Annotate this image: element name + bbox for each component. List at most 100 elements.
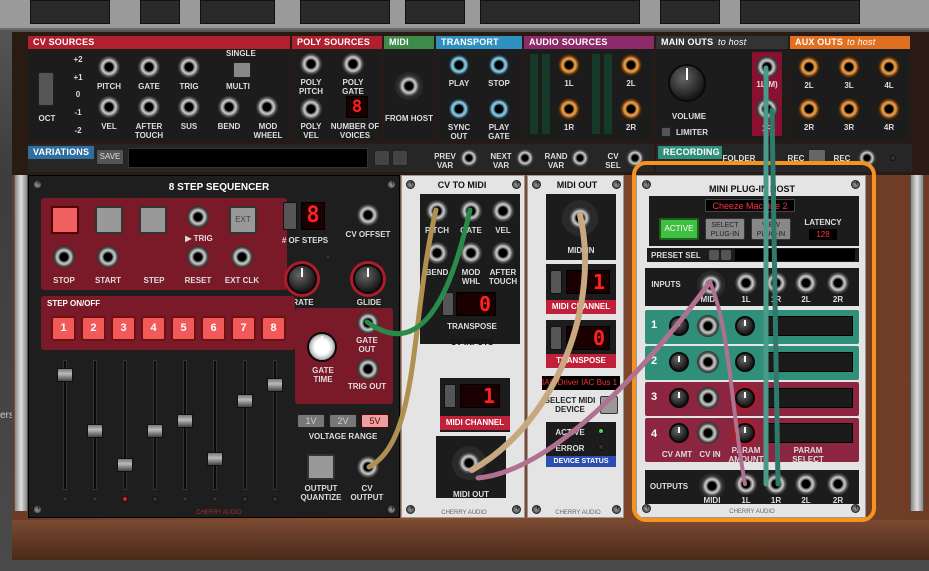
- step-button-2[interactable]: 2: [81, 316, 106, 341]
- midi-out-din-icon[interactable]: [452, 446, 486, 480]
- aux-2r-jack[interactable]: [798, 98, 820, 120]
- audio-1r-jack[interactable]: [558, 98, 580, 120]
- aftertouch-jack[interactable]: [492, 242, 514, 264]
- toolbar-block[interactable]: [740, 0, 860, 24]
- vel-jack[interactable]: [98, 96, 120, 118]
- step-button-1[interactable]: 1: [51, 316, 76, 341]
- step-fader-4[interactable]: [147, 424, 163, 438]
- stop-button[interactable]: [51, 206, 79, 234]
- ext-clk-jack[interactable]: [231, 246, 253, 268]
- voltage-1v-button[interactable]: 1V: [297, 414, 325, 428]
- step-button-6[interactable]: 6: [201, 316, 226, 341]
- vel-jack[interactable]: [492, 200, 514, 222]
- channel-up-down-button[interactable]: [444, 384, 456, 408]
- steps-up-down-button[interactable]: [283, 202, 297, 230]
- aftertouch-jack[interactable]: [138, 96, 160, 118]
- step-fader-8[interactable]: [267, 378, 283, 392]
- toolbar-block[interactable]: [660, 0, 720, 24]
- error-label: ERROR: [555, 444, 585, 453]
- rand-var-jack[interactable]: [571, 149, 589, 167]
- start-jack[interactable]: [97, 246, 119, 268]
- stop-jack[interactable]: [53, 246, 75, 268]
- step-fader-7[interactable]: [237, 394, 253, 408]
- aux-4l-jack[interactable]: [878, 56, 900, 78]
- toolbar-block[interactable]: [200, 0, 275, 24]
- voltage-2v-button[interactable]: 2V: [329, 414, 357, 428]
- trig-out-jack[interactable]: [357, 358, 379, 380]
- voltage-5v-button[interactable]: 5V: [361, 414, 389, 428]
- aux-3l-jack[interactable]: [838, 56, 860, 78]
- toolbar-block[interactable]: [405, 0, 465, 24]
- audio-2r-jack[interactable]: [620, 98, 642, 120]
- device-status-label: DEVICE STATUS: [546, 456, 616, 467]
- transpose-up-down-button[interactable]: [550, 326, 562, 350]
- next-var-jack[interactable]: [516, 149, 534, 167]
- step-fader-5[interactable]: [177, 414, 193, 428]
- reset-jack[interactable]: [187, 246, 209, 268]
- single-multi-switch[interactable]: [233, 62, 251, 78]
- transpose-up-down-button[interactable]: [442, 292, 454, 316]
- step-button-7[interactable]: 7: [231, 316, 256, 341]
- volume-knob[interactable]: [668, 64, 706, 102]
- gate-out-jack[interactable]: [357, 312, 379, 334]
- step-fader-6[interactable]: [207, 452, 223, 466]
- main-out-1l-jack[interactable]: [756, 56, 778, 78]
- toolbar-block[interactable]: [300, 0, 390, 24]
- rate-knob[interactable]: [287, 264, 317, 294]
- step-button-4[interactable]: 4: [141, 316, 166, 341]
- sus-jack[interactable]: [178, 96, 200, 118]
- stop-jack[interactable]: [488, 54, 510, 76]
- pitch-jack[interactable]: [98, 56, 120, 78]
- save-button[interactable]: SAVE: [96, 149, 124, 165]
- step-fader-1[interactable]: [57, 368, 73, 382]
- step-button-5[interactable]: 5: [171, 316, 196, 341]
- gate-time-knob[interactable]: [307, 332, 337, 362]
- step-button-8[interactable]: 8: [261, 316, 286, 341]
- gate-jack[interactable]: [138, 56, 160, 78]
- aux-3r-jack[interactable]: [838, 98, 860, 120]
- cv-output-jack[interactable]: [357, 456, 379, 478]
- midi-din-icon[interactable]: [395, 72, 423, 100]
- mod-wheel-jack[interactable]: [256, 96, 278, 118]
- next-arrow-button[interactable]: [392, 150, 408, 166]
- step-button-3[interactable]: 3: [111, 316, 136, 341]
- step-button[interactable]: [139, 206, 167, 234]
- glide-knob[interactable]: [353, 264, 383, 294]
- bend-jack[interactable]: [426, 242, 448, 264]
- poly-pitch-jack[interactable]: [300, 53, 322, 75]
- toolbar-block[interactable]: [30, 0, 110, 24]
- step-fader-3[interactable]: [117, 458, 133, 472]
- select-device-button[interactable]: [600, 396, 618, 414]
- play-gate-jack[interactable]: [488, 98, 510, 120]
- bend-jack[interactable]: [218, 96, 240, 118]
- start-button[interactable]: [95, 206, 123, 234]
- main-out-1r-jack[interactable]: [756, 98, 778, 120]
- variation-name-field[interactable]: [128, 148, 368, 168]
- poly-vel-jack[interactable]: [300, 98, 322, 120]
- poly-gate-jack[interactable]: [342, 53, 364, 75]
- audio-1l-jack[interactable]: [558, 54, 580, 76]
- aux-4r-jack[interactable]: [878, 98, 900, 120]
- prev-arrow-button[interactable]: [374, 150, 390, 166]
- trig-in-jack[interactable]: [187, 206, 209, 228]
- toolbar-block[interactable]: [140, 0, 180, 24]
- jack-label: SYNC OUT: [447, 123, 471, 141]
- gate-jack[interactable]: [460, 200, 482, 222]
- midi-in-din-icon[interactable]: [562, 200, 598, 236]
- ext-button[interactable]: EXT: [229, 206, 257, 234]
- cv-offset-jack[interactable]: [357, 204, 379, 226]
- step-fader-2[interactable]: [87, 424, 103, 438]
- output-quantize-button[interactable]: [307, 454, 335, 480]
- audio-2l-jack[interactable]: [620, 54, 642, 76]
- trig-jack[interactable]: [178, 56, 200, 78]
- play-jack[interactable]: [448, 54, 470, 76]
- toolbar-block[interactable]: [480, 0, 640, 24]
- aux-2l-jack[interactable]: [798, 56, 820, 78]
- mod-whl-jack[interactable]: [460, 242, 482, 264]
- oct-up-down-button[interactable]: [38, 72, 54, 106]
- sync-out-jack[interactable]: [448, 98, 470, 120]
- pitch-jack[interactable]: [426, 200, 448, 222]
- channel-up-down-button[interactable]: [550, 270, 562, 294]
- limiter-toggle[interactable]: [661, 127, 671, 137]
- prev-var-jack[interactable]: [460, 149, 478, 167]
